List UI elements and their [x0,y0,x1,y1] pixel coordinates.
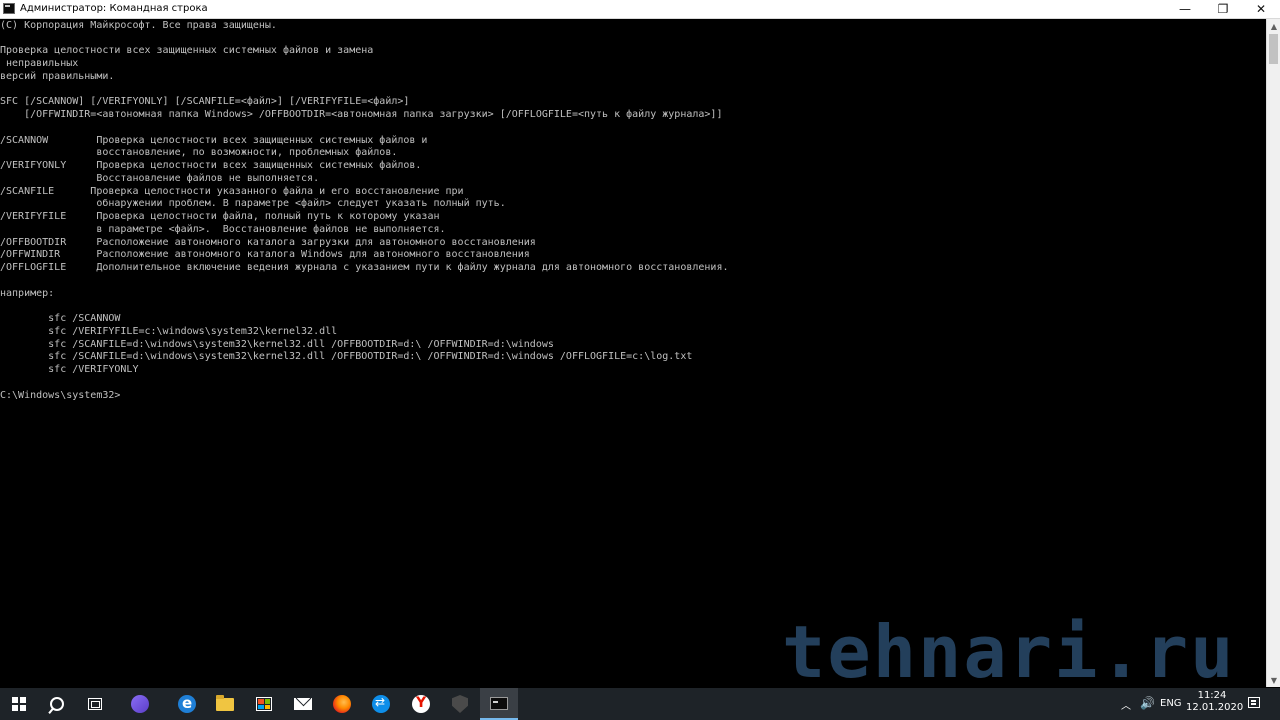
edge-icon [178,694,196,713]
show-hidden-icons-icon[interactable]: ︿ [1121,697,1131,712]
mail-icon [294,698,312,710]
watermark-logo: tehnari.ru [782,610,1236,694]
clock-time: 11:24 [1197,690,1227,701]
console-line: /VERIFYONLY Проверка целостности всех за… [0,160,422,171]
minimize-icon: — [1179,2,1191,16]
console-line: sfc /VERIFYONLY [0,364,139,375]
file-explorer-button[interactable] [206,688,244,720]
window-title: Администратор: Командная строка [20,3,208,14]
file-explorer-icon [216,694,234,711]
console-line: в параметре <файл>. Восстановление файло… [0,224,446,235]
console-line: /OFFLOGFILE Дополнительное включение вед… [0,262,729,273]
console-output[interactable]: (C) Корпорация Майкрософт. Все права защ… [0,19,1266,685]
task-view-button[interactable] [76,688,114,720]
scroll-thumb[interactable] [1269,34,1278,64]
console-line: Восстановление файлов не выполняется. [0,173,320,184]
console-line: /VERIFYFILE Проверка целостности файла, … [0,211,440,222]
console-line: /OFFWINDIR Расположение автономного ката… [0,249,530,260]
taskbar [0,688,1280,720]
console-line: (C) Корпорация Майкрософт. Все права защ… [0,20,277,31]
start-button[interactable] [0,688,38,720]
scroll-up-icon[interactable]: ▲ [1267,19,1280,33]
edge-button[interactable] [168,688,206,720]
console-line: Проверка целостности всех защищенных сис… [0,45,374,56]
vertical-scrollbar[interactable]: ▲ ▼ [1266,19,1280,687]
restore-icon: ❐ [1217,2,1229,16]
command-prompt-icon [3,3,15,14]
search-icon [50,697,64,711]
search-button[interactable] [38,688,76,720]
clock[interactable]: 11:24 12.01.2020 [1186,690,1244,714]
cortana-button[interactable] [121,688,159,720]
action-center-icon[interactable] [1248,697,1260,708]
volume-icon[interactable]: 🔊 [1140,696,1155,710]
console-line: sfc /SCANFILE=d:\windows\system32\kernel… [0,351,693,362]
world-of-tanks-icon [452,695,468,713]
console-line: [/OFFWINDIR=<автономная папка Windows> /… [0,109,723,120]
yandex-browser-button[interactable] [402,688,440,720]
world-of-tanks-button[interactable] [441,688,479,720]
title-bar[interactable]: Администратор: Командная строка — ❐ ✕ [0,0,1280,19]
mail-button[interactable] [284,688,322,720]
console-line: обнаружении проблем. В параметре <файл> … [0,198,506,209]
console-line: версий правильными. [0,71,115,82]
close-button[interactable]: ✕ [1242,0,1280,18]
console-line: SFC [/SCANNOW] [/VERIFYONLY] [/SCANFILE=… [0,96,410,107]
close-icon: ✕ [1255,2,1267,16]
console-line: sfc /SCANNOW [0,313,121,324]
console-line: например: [0,288,55,299]
windows-start-icon [12,697,26,711]
input-language[interactable]: ENG [1160,698,1182,710]
teamviewer-icon [372,695,390,713]
store-button[interactable] [245,688,283,720]
command-prompt-icon [490,696,508,710]
console-line: неправильных [0,58,79,69]
command-prompt: C:\Windows\system32> [0,390,121,401]
minimize-button[interactable]: — [1166,0,1204,18]
clock-date: 12.01.2020 [1186,702,1244,713]
firefox-icon [333,695,351,713]
scroll-down-icon[interactable]: ▼ [1267,673,1280,687]
console-line: sfc /VERIFYFILE=c:\windows\system32\kern… [0,326,338,337]
console-line: восстановление, по возможности, проблемн… [0,147,398,158]
firefox-button[interactable] [323,688,361,720]
task-view-icon [88,698,102,710]
store-icon [256,697,272,711]
cortana-icon [131,695,149,713]
yandex-browser-icon [412,695,430,713]
teamviewer-button[interactable] [362,688,400,720]
maximize-button[interactable]: ❐ [1204,0,1242,18]
command-prompt-taskbar-button[interactable] [480,688,518,720]
